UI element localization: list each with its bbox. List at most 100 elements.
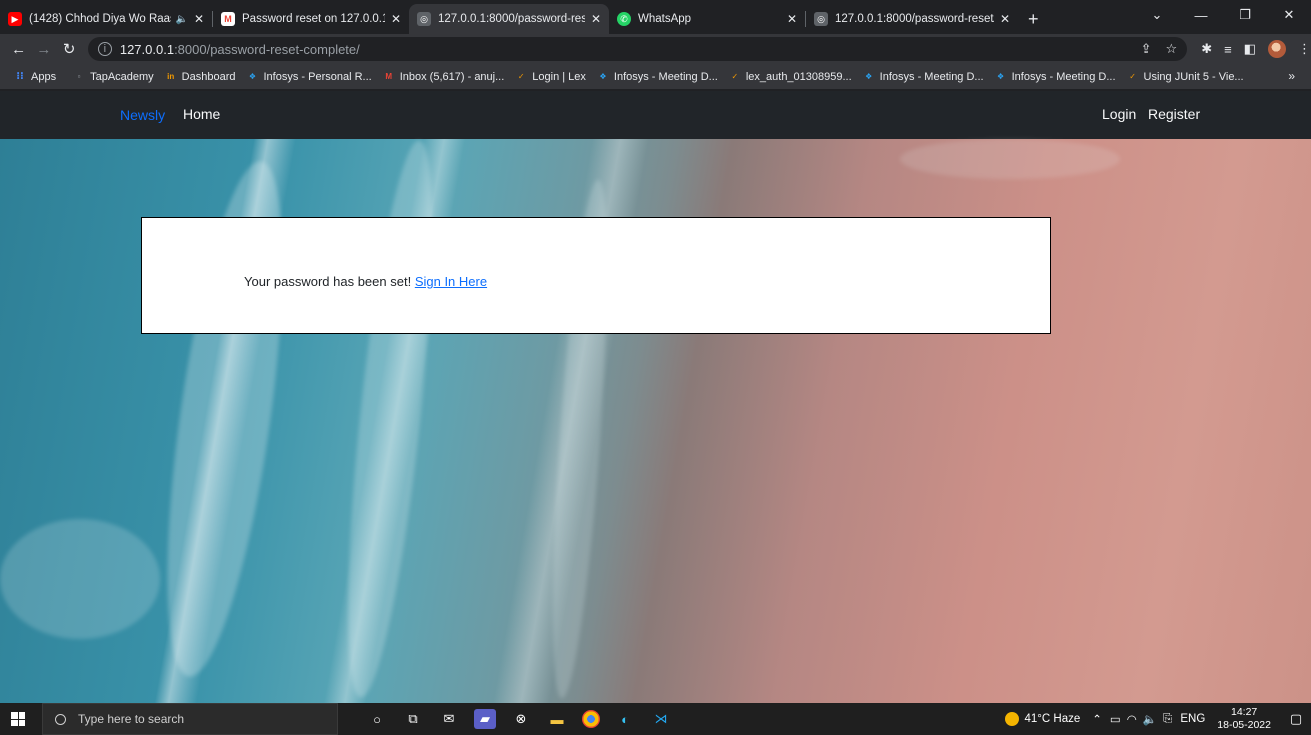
side-panel-icon[interactable]: ◧ (1244, 41, 1256, 57)
bookmark-label: Infosys - Meeting D... (613, 70, 718, 83)
nav-login-link[interactable]: Login (1102, 106, 1136, 122)
bookmark-tapacademy[interactable]: ▫ TapAcademy (73, 71, 154, 83)
search-placeholder: Type here to search (78, 712, 185, 726)
gmail-icon: M (385, 72, 393, 81)
address-bar[interactable]: i 127.0.0.1:8000/password-reset-complete… (87, 37, 1188, 61)
close-tab-icon[interactable]: ✕ (194, 12, 204, 26)
bookmark-label: TapAcademy (90, 70, 154, 83)
bookmark-infosys-meeting-2[interactable]: ❖ Infosys - Meeting D... (863, 71, 984, 83)
close-tab-icon[interactable]: ✕ (591, 12, 601, 26)
reload-button[interactable]: ↻ (57, 40, 82, 58)
chrome-icon[interactable] (582, 710, 600, 728)
globe-icon: ◎ (417, 12, 431, 26)
infosys-icon: ❖ (248, 72, 257, 81)
bookmark-label: Login | Lex (532, 70, 586, 83)
close-tab-icon[interactable]: ✕ (787, 12, 797, 26)
bookmark-dashboard[interactable]: in Dashboard (165, 71, 235, 83)
url-path: :8000/password-reset-complete/ (174, 41, 360, 57)
close-tab-icon[interactable]: ✕ (1000, 12, 1010, 26)
file-explorer-icon[interactable]: ▬ (546, 709, 568, 729)
input-indicator-icon[interactable]: ⎘ (1163, 713, 1172, 726)
notifications-icon[interactable]: ▢ (1281, 711, 1311, 727)
bookmark-infosys-personal[interactable]: ❖ Infosys - Personal R... (247, 71, 372, 83)
mail-icon[interactable]: ✉ (438, 709, 460, 729)
vscode-icon[interactable]: ⋊ (650, 709, 672, 729)
globe-icon: ◎ (814, 12, 828, 26)
url-host: 127.0.0.1 (119, 41, 175, 57)
new-tab-button[interactable]: + (1018, 4, 1049, 34)
infosys-icon: ❖ (599, 72, 607, 81)
infosys-icon: ❖ (997, 72, 1005, 81)
chrome-menu-icon[interactable]: ⋮ (1298, 41, 1311, 57)
password-set-message: Your password has been set! (244, 274, 412, 289)
bookmark-junit[interactable]: ✓ Using JUnit 5 - Vie... (1127, 71, 1243, 83)
windows-logo-icon (11, 712, 25, 726)
nav-register-link[interactable]: Register (1148, 106, 1200, 122)
tab-search-icon[interactable]: ⌄ (1135, 7, 1179, 23)
site-info-icon[interactable]: i (97, 42, 112, 56)
tab-gmail[interactable]: M Password reset on 127.0.0.1:8000 ✕ (213, 4, 409, 34)
bookmark-infosys-meeting-3[interactable]: ❖ Infosys - Meeting D... (995, 71, 1116, 83)
tab-password-reset-complete[interactable]: ◎ 127.0.0.1:8000/password-reset-c ✕ (409, 4, 609, 34)
tab-whatsapp[interactable]: ✆ WhatsApp ✕ (609, 4, 805, 34)
bookmark-label: Infosys - Personal R... (263, 70, 372, 83)
lex-icon: ✓ (731, 72, 739, 81)
back-button[interactable]: ← (6, 41, 31, 58)
restore-button[interactable]: ❐ (1223, 7, 1267, 23)
tab-title: WhatsApp (638, 13, 692, 25)
close-window-button[interactable]: ✕ (1267, 7, 1311, 23)
forward-button[interactable]: → (31, 41, 56, 58)
window-controls: ⌄ — ❐ ✕ (1135, 0, 1311, 30)
weather-text[interactable]: 41°C Haze (1025, 713, 1081, 725)
bookmark-label: Infosys - Meeting D... (879, 70, 984, 83)
language-indicator[interactable]: ENG (1180, 713, 1205, 725)
battery-icon[interactable]: ▭ (1110, 712, 1121, 726)
apps-grid-icon: ⁝⁝ (16, 71, 24, 82)
tab-youtube[interactable]: ▶ (1428) Chhod Diya Wo Raast 🔈 ✕ (0, 4, 212, 34)
bookmark-label: Infosys - Meeting D... (1011, 70, 1116, 83)
clock[interactable]: 14:27 18-05-2022 (1217, 706, 1271, 732)
extension-area: ✱ ≡ ◧ ⋮ (1201, 40, 1311, 58)
bookmark-apps[interactable]: ⁝⁝ Apps (14, 71, 56, 83)
reading-list-icon[interactable]: ≡ (1224, 42, 1232, 57)
bookmark-label: Inbox (5,617) - anuj... (399, 70, 505, 83)
profile-avatar-icon[interactable] (1268, 40, 1286, 58)
bookmark-inbox[interactable]: M Inbox (5,617) - anuj... (383, 70, 505, 83)
brand-link[interactable]: Newsly (120, 107, 165, 123)
volume-icon[interactable]: 🔈 (1143, 712, 1157, 726)
nav-home-link[interactable]: Home (183, 106, 220, 122)
bookmark-star-icon[interactable]: ☆ (1166, 41, 1178, 57)
windows-taskbar: Type here to search ○ ⧉ ✉ ▰ ⊗ ▬ ◐ ⋊ 41°C… (0, 703, 1311, 735)
close-tab-icon[interactable]: ✕ (391, 12, 401, 26)
tab-title: (1428) Chhod Diya Wo Raast (29, 13, 172, 25)
lex-icon: ✓ (517, 72, 525, 81)
tab-password-reset[interactable]: ◎ 127.0.0.1:8000/password-reset/ ✕ (806, 4, 1018, 34)
tab-title: Password reset on 127.0.0.1:8000 (242, 13, 385, 25)
cortana-icon[interactable]: ○ (366, 709, 388, 729)
photos-app-icon[interactable]: ▰ (474, 709, 496, 729)
xbox-icon[interactable]: ⊗ (510, 709, 532, 729)
start-button[interactable] (0, 712, 36, 726)
tab-title: 127.0.0.1:8000/password-reset/ (835, 13, 994, 25)
taskbar-search-box[interactable]: Type here to search (42, 703, 338, 735)
task-view-icon[interactable]: ⧉ (402, 709, 424, 729)
show-hidden-icons-icon[interactable]: ⌃ (1092, 712, 1102, 726)
gmail-icon: M (221, 12, 235, 26)
taskbar-apps: ○ ⧉ ✉ ▰ ⊗ ▬ ◐ ⋊ (366, 709, 672, 729)
bookmarks-bar: ⁝⁝ Apps ▫ TapAcademy in Dashboard ❖ Info… (0, 64, 1311, 90)
whatsapp-icon: ✆ (617, 12, 631, 26)
share-icon[interactable]: ⇪ (1141, 41, 1152, 57)
minimize-button[interactable]: — (1179, 8, 1223, 23)
bookmark-login-lex[interactable]: ✓ Login | Lex (515, 71, 586, 83)
speaker-icon[interactable]: 🔈 (175, 14, 187, 25)
bookmark-lex-auth[interactable]: ✓ lex_auth_01308959... (729, 71, 851, 83)
wifi-icon[interactable]: ◠ (1127, 712, 1137, 726)
clock-date: 18-05-2022 (1217, 719, 1271, 731)
edge-icon[interactable]: ◐ (614, 709, 636, 729)
in-logo-icon: in (167, 72, 175, 81)
extensions-puzzle-icon[interactable]: ✱ (1201, 41, 1212, 57)
omnibox-actions: ⇪ ☆ (1141, 41, 1178, 57)
bookmark-infosys-meeting-1[interactable]: ❖ Infosys - Meeting D... (597, 71, 718, 83)
more-bookmarks-icon[interactable]: » (1288, 69, 1295, 83)
sign-in-link[interactable]: Sign In Here (415, 274, 487, 289)
